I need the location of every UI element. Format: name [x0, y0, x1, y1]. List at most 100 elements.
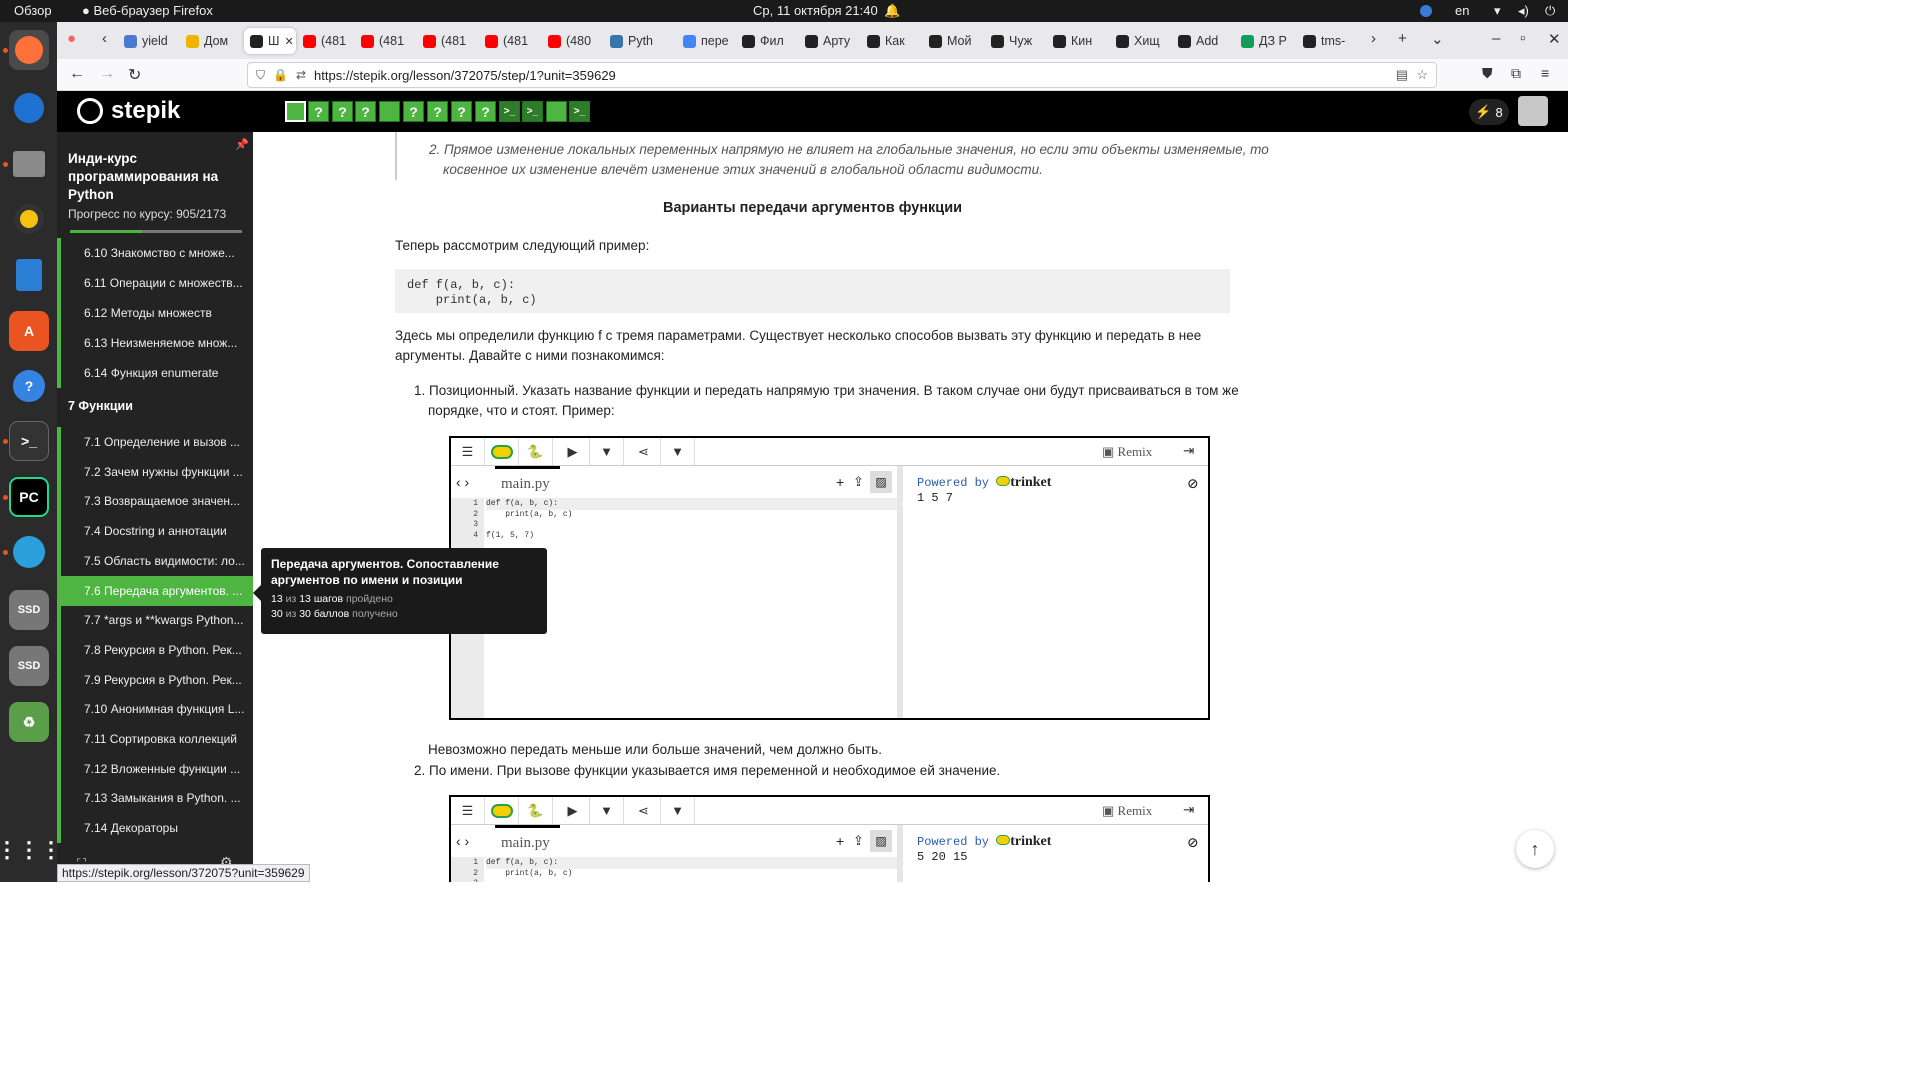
sidebar-lesson-item[interactable]: 7.13 Замыкания в Python. ...	[57, 783, 253, 814]
update-icon[interactable]	[1420, 5, 1432, 17]
show-apps-icon[interactable]: ⋮⋮⋮	[0, 830, 62, 870]
step-square[interactable]: >_	[522, 101, 543, 122]
run-options-icon[interactable]: ▼	[590, 438, 624, 465]
sidebar-lesson-item[interactable]: 7.8 Рекурсия в Python. Рек...	[57, 634, 253, 665]
remix-button[interactable]: ▣ Remix	[1102, 803, 1152, 819]
close-window-icon[interactable]: ✕	[1548, 30, 1561, 48]
step-square[interactable]	[285, 101, 306, 122]
clear-output-icon[interactable]: ⊘	[1188, 833, 1198, 854]
browser-tab[interactable]: пере	[683, 28, 735, 54]
browser-tab[interactable]: Pyth	[610, 28, 662, 54]
permissions-icon[interactable]: ⇄	[296, 68, 306, 83]
browser-tab[interactable]: tms-	[1303, 28, 1355, 54]
browser-tab[interactable]: Дом	[186, 28, 238, 54]
browser-tab[interactable]: Чуж	[991, 28, 1043, 54]
menu-icon[interactable]: ☰	[451, 797, 485, 824]
firefox-view-icon[interactable]: ●	[67, 30, 76, 47]
rhythmbox-icon[interactable]	[9, 199, 49, 239]
pocket-icon[interactable]: ⛊	[1482, 65, 1493, 82]
login-icon[interactable]: ⇥	[1183, 443, 1194, 459]
share-icon[interactable]: ⋖	[627, 438, 661, 465]
files-icon[interactable]	[9, 144, 49, 184]
step-square[interactable]: >_	[499, 101, 520, 122]
pycharm-icon[interactable]: PC	[9, 477, 49, 517]
sidebar-lesson-item[interactable]: 7.4 Docstring и аннотации	[57, 516, 253, 547]
shield-icon[interactable]: ⛉	[256, 68, 265, 83]
menu-icon[interactable]: ≡	[1541, 65, 1549, 81]
tabs-scroll-left-icon[interactable]: ‹	[102, 30, 107, 47]
clear-output-icon[interactable]: ⊘	[1188, 474, 1198, 495]
help-icon[interactable]: ?	[9, 366, 49, 406]
code-editor[interactable]: def f(a, b, c): print(a, b, c) f(1, 5, 7)	[486, 499, 897, 541]
activities-button[interactable]: Обзор	[14, 3, 52, 18]
url-bar[interactable]: ⛉ 🔒 ⇄ https://stepik.org/lesson/372075/ste…	[247, 62, 1437, 88]
drive-icon[interactable]: SSD	[9, 646, 49, 686]
browser-tab[interactable]: (481	[423, 28, 475, 54]
share-options-icon[interactable]: ▼	[661, 797, 695, 824]
step-square[interactable]: ?	[403, 101, 424, 122]
forward-icon[interactable]: →	[99, 65, 115, 83]
step-square[interactable]: ?	[451, 101, 472, 122]
tabs-scroll-right-icon[interactable]: ›	[1371, 30, 1376, 47]
sidebar-lesson-item[interactable]: 7.7 *args и **kwargs Python...	[57, 605, 253, 636]
step-square[interactable]: ?	[427, 101, 448, 122]
code-editor[interactable]: def f(a, b, c): print(a, b, c)	[486, 858, 897, 882]
browser-tab[interactable]: Фил	[742, 28, 794, 54]
menu-icon[interactable]: ☰	[451, 438, 485, 465]
image-icon[interactable]: ▨	[870, 471, 892, 493]
login-icon[interactable]: ⇥	[1183, 802, 1194, 818]
trinket-logo-icon[interactable]	[485, 438, 519, 465]
url-text[interactable]: https://stepik.org/lesson/372075/step/1?…	[314, 68, 616, 83]
wifi-icon[interactable]: ▾	[1494, 3, 1501, 19]
sidebar-lesson-item[interactable]: 7.9 Рекурсия в Python. Рек...	[57, 664, 253, 695]
browser-tab[interactable]: Как	[867, 28, 919, 54]
image-icon[interactable]: ▨	[870, 830, 892, 852]
extensions-icon[interactable]: ⧉	[1511, 65, 1521, 82]
minimize-icon[interactable]: –	[1492, 30, 1500, 47]
run-icon[interactable]: ▶	[556, 797, 590, 824]
sidebar-lesson-item[interactable]: 6.10 Знакомство с множе...	[57, 238, 253, 268]
drive-icon[interactable]: SSD	[9, 590, 49, 630]
browser-tab[interactable]: Add	[1178, 28, 1230, 54]
new-tab-icon[interactable]: +	[1398, 30, 1407, 47]
step-square[interactable]: ?	[308, 101, 329, 122]
close-tab-icon[interactable]: ✕	[284, 35, 293, 48]
avatar[interactable]	[1518, 96, 1548, 126]
step-square[interactable]: >_	[569, 101, 590, 122]
upload-icon[interactable]: ⇪	[853, 833, 864, 849]
sidebar-lesson-item[interactable]: 7.2 Зачем нужны функции ...	[57, 456, 253, 487]
sidebar-lesson-item[interactable]: 7.3 Возвращаемое значен...	[57, 486, 253, 517]
run-icon[interactable]: ▶	[556, 438, 590, 465]
notifications-badge[interactable]: ⚡ 8	[1469, 99, 1509, 125]
firefox-icon[interactable]	[9, 30, 49, 70]
clock[interactable]: Ср, 11 октября 21:40	[753, 3, 878, 18]
code-view-icon[interactable]: ‹ ›	[456, 474, 469, 490]
writer-icon[interactable]	[9, 255, 49, 295]
sidebar-lesson-item[interactable]: 7.10 Анонимная функция L...	[57, 694, 253, 725]
sidebar-lesson-item[interactable]: 6.12 Методы множеств	[57, 298, 253, 328]
browser-tab[interactable]: (481	[303, 28, 355, 54]
sidebar-lesson-item[interactable]: 6.13 Неизменяемое множ...	[57, 328, 253, 358]
browser-tab[interactable]: yield	[124, 28, 176, 54]
sidebar-section-title[interactable]: 7 Функции	[68, 399, 133, 413]
sidebar-lesson-item[interactable]: 7.5 Область видимости: ло...	[57, 545, 253, 576]
sidebar-lesson-item[interactable]: 7.1 Определение и вызов ...	[57, 427, 253, 457]
step-square[interactable]	[379, 101, 400, 122]
terminal-icon[interactable]: >_	[9, 421, 49, 461]
remix-button[interactable]: ▣ Remix	[1102, 444, 1152, 460]
bookmark-star-icon[interactable]: ☆	[1416, 67, 1428, 83]
app-menu[interactable]: ● Веб-браузер Firefox	[82, 3, 213, 18]
lock-icon[interactable]: 🔒	[273, 68, 288, 83]
sidebar-lesson-item[interactable]: 7.14 Декораторы	[57, 813, 253, 844]
file-tab[interactable]: main.py	[495, 825, 560, 858]
sidebar-lesson-item[interactable]: 6.14 Функция enumerate	[57, 358, 253, 388]
reload-icon[interactable]: ↻	[128, 65, 141, 85]
browser-tab[interactable]: ДЗ Р	[1241, 28, 1293, 54]
course-title[interactable]: Инди-курс программирования на Python	[68, 150, 238, 204]
thunderbird-icon[interactable]	[9, 88, 49, 128]
python-icon[interactable]: 🐍	[519, 438, 553, 465]
browser-tab[interactable]: Кин	[1053, 28, 1105, 54]
trinket-logo-icon[interactable]	[485, 797, 519, 824]
add-file-icon[interactable]: +	[836, 833, 844, 849]
python-icon[interactable]: 🐍	[519, 797, 553, 824]
